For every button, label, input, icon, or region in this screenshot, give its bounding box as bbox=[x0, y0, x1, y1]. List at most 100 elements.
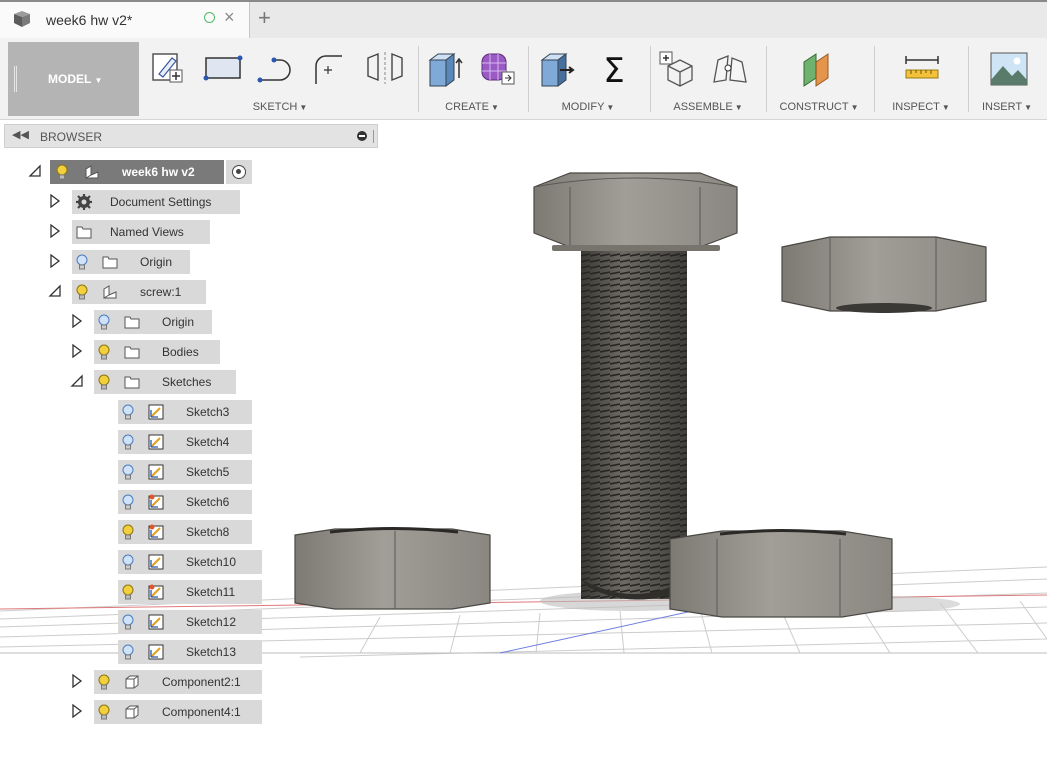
tree-item[interactable]: Sketch6 bbox=[118, 490, 252, 514]
tree-row-component4-1[interactable]: Component4:1 bbox=[0, 700, 280, 724]
assemble-menu[interactable]: ASSEMBLE ▼ bbox=[652, 101, 764, 113]
tree-item[interactable]: Sketch4 bbox=[118, 430, 252, 454]
tree-row-sketch10[interactable]: Sketch10 bbox=[0, 550, 280, 574]
tree-row-root[interactable]: week6 hw v2 bbox=[0, 160, 270, 184]
tree-row-bodies[interactable]: Bodies bbox=[0, 340, 280, 364]
tree-row-sketch8[interactable]: Sketch8 bbox=[0, 520, 280, 544]
tree-row-sketch13[interactable]: Sketch13 bbox=[0, 640, 280, 664]
lightbulb-on-icon[interactable] bbox=[98, 374, 110, 390]
mirror-icon[interactable] bbox=[362, 50, 408, 88]
tree-row-sketch5[interactable]: Sketch5 bbox=[0, 460, 280, 484]
collapsed-triangle-icon[interactable] bbox=[70, 313, 84, 329]
lightbulb-on-icon[interactable] bbox=[122, 524, 134, 540]
pin-icon[interactable] bbox=[357, 131, 367, 141]
lightbulb-off-icon[interactable] bbox=[122, 464, 134, 480]
lightbulb-off-icon[interactable] bbox=[122, 494, 134, 510]
tree-row-sketch6[interactable]: Sketch6 bbox=[0, 490, 280, 514]
tree-item[interactable]: Origin bbox=[72, 250, 190, 274]
tree-item[interactable]: Sketch11 bbox=[118, 580, 262, 604]
fillet-icon[interactable] bbox=[310, 50, 346, 88]
collapsed-triangle-icon[interactable] bbox=[48, 193, 62, 209]
expanded-triangle-icon[interactable] bbox=[48, 284, 62, 298]
lightbulb-on-icon[interactable] bbox=[76, 284, 88, 300]
tree-row-document-settings[interactable]: Document Settings bbox=[0, 190, 280, 214]
tree-item[interactable]: Sketches bbox=[94, 370, 236, 394]
tree-row-origin[interactable]: Origin bbox=[0, 250, 280, 274]
collapsed-triangle-icon[interactable] bbox=[48, 223, 62, 239]
tree-item[interactable]: Sketch12 bbox=[118, 610, 262, 634]
tree-item[interactable]: Origin bbox=[94, 310, 212, 334]
lightbulb-on-icon[interactable] bbox=[56, 164, 68, 180]
tree-item[interactable]: Sketch3 bbox=[118, 400, 252, 424]
expanded-triangle-icon[interactable] bbox=[70, 374, 84, 388]
tree-row-component2-1[interactable]: Component2:1 bbox=[0, 670, 280, 694]
lightbulb-off-icon[interactable] bbox=[122, 554, 134, 570]
tree-row-sketch12[interactable]: Sketch12 bbox=[0, 610, 280, 634]
tree-item[interactable]: Component2:1 bbox=[94, 670, 262, 694]
document-tab[interactable]: week6 hw v2* × bbox=[0, 2, 250, 38]
lightbulb-on-icon[interactable] bbox=[98, 704, 110, 720]
tree-row-sketches[interactable]: Sketches bbox=[0, 370, 280, 394]
extrude-icon[interactable] bbox=[424, 50, 464, 88]
offset-plane-icon[interactable] bbox=[798, 50, 840, 88]
collapse-panel-icon[interactable]: ◀◀ bbox=[12, 128, 29, 141]
modify-menu[interactable]: MODIFY ▼ bbox=[530, 101, 646, 113]
collapsed-triangle-icon[interactable] bbox=[70, 343, 84, 359]
construct-menu[interactable]: CONSTRUCT ▼ bbox=[768, 101, 870, 113]
lightbulb-off-icon[interactable] bbox=[76, 254, 88, 270]
collapsed-triangle-icon[interactable] bbox=[48, 253, 62, 269]
expanded-triangle-icon[interactable] bbox=[28, 164, 42, 178]
tree-item[interactable]: Sketch5 bbox=[118, 460, 252, 484]
lightbulb-off-icon[interactable] bbox=[122, 644, 134, 660]
rectangle-icon[interactable] bbox=[202, 50, 244, 88]
sketch-menu[interactable]: SKETCH ▼ bbox=[146, 101, 414, 113]
create-sketch-icon[interactable] bbox=[150, 50, 186, 88]
new-component-icon[interactable] bbox=[656, 50, 696, 88]
tree-item[interactable]: Bodies bbox=[94, 340, 220, 364]
lightbulb-off-icon[interactable] bbox=[122, 404, 134, 420]
tree-item[interactable]: Sketch10 bbox=[118, 550, 262, 574]
grip-handle[interactable] bbox=[14, 66, 17, 92]
lightbulb-on-icon[interactable] bbox=[122, 584, 134, 600]
tree-row-sketch4[interactable]: Sketch4 bbox=[0, 430, 280, 454]
tree-item[interactable]: Component4:1 bbox=[94, 700, 262, 724]
folder-icon bbox=[76, 224, 92, 240]
tree-row-screw-1[interactable]: screw:1 bbox=[0, 280, 280, 304]
sketch-icon bbox=[148, 644, 164, 660]
floating-nut-model[interactable] bbox=[781, 236, 987, 313]
root-component-item[interactable]: week6 hw v2 bbox=[50, 160, 224, 184]
parameters-sigma-icon[interactable]: Σ bbox=[594, 50, 634, 88]
create-menu[interactable]: CREATE ▼ bbox=[420, 101, 524, 113]
tree-item[interactable]: Document Settings bbox=[72, 190, 240, 214]
collapsed-triangle-icon[interactable] bbox=[70, 703, 84, 719]
left-nut-model[interactable] bbox=[294, 527, 491, 610]
collapsed-triangle-icon[interactable] bbox=[70, 673, 84, 689]
lightbulb-off-icon[interactable] bbox=[122, 434, 134, 450]
workspace-switcher[interactable]: MODEL ▼ bbox=[8, 42, 139, 116]
tree-item[interactable]: Sketch13 bbox=[118, 640, 262, 664]
measure-icon[interactable] bbox=[902, 50, 942, 88]
tree-row-sketch11[interactable]: Sketch11 bbox=[0, 580, 280, 604]
tree-row-origin[interactable]: Origin bbox=[0, 310, 280, 334]
joint-icon[interactable] bbox=[708, 50, 752, 88]
insert-image-icon[interactable] bbox=[988, 50, 1030, 88]
form-icon[interactable] bbox=[476, 50, 518, 88]
lightbulb-off-icon[interactable] bbox=[122, 614, 134, 630]
tree-item[interactable]: screw:1 bbox=[72, 280, 206, 304]
press-pull-icon[interactable] bbox=[538, 50, 578, 88]
lightbulb-on-icon[interactable] bbox=[98, 344, 110, 360]
tree-item[interactable]: Sketch8 bbox=[118, 520, 252, 544]
activate-component-radio[interactable] bbox=[226, 160, 252, 184]
close-icon[interactable]: × bbox=[224, 7, 235, 27]
tree-item[interactable]: Named Views bbox=[72, 220, 210, 244]
new-tab-button[interactable]: + bbox=[258, 5, 271, 31]
lightbulb-on-icon[interactable] bbox=[98, 674, 110, 690]
lightbulb-off-icon[interactable] bbox=[98, 314, 110, 330]
right-nut-model[interactable] bbox=[669, 529, 893, 618]
line-arc-icon[interactable] bbox=[256, 50, 298, 88]
panel-resize-handle[interactable] bbox=[373, 130, 374, 143]
insert-menu[interactable]: INSERT ▼ bbox=[970, 101, 1044, 113]
inspect-menu[interactable]: INSPECT ▼ bbox=[876, 101, 966, 113]
tree-row-named-views[interactable]: Named Views bbox=[0, 220, 280, 244]
tree-row-sketch3[interactable]: Sketch3 bbox=[0, 400, 280, 424]
